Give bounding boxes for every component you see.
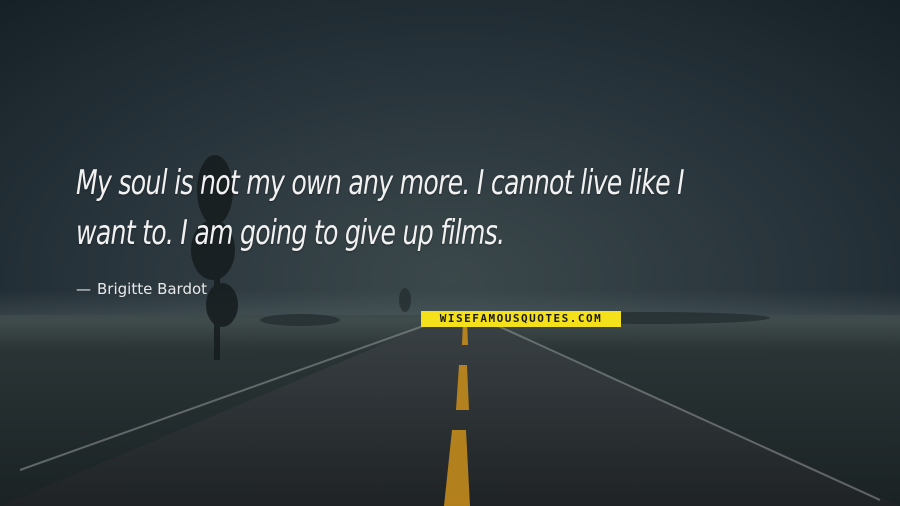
site-watermark: WISEFAMOUSQUOTES.COM — [421, 311, 621, 327]
quote-text: My soul is not my own any more. I cannot… — [76, 158, 860, 258]
author-name: Brigitte Bardot — [97, 280, 208, 298]
quote-line-1: My soul is not my own any more. I cannot… — [76, 163, 684, 203]
quote-author: — Brigitte Bardot — [76, 280, 207, 298]
author-dash: — — [76, 280, 91, 298]
quote-line-2: want to. I am going to give up films. — [76, 213, 505, 253]
